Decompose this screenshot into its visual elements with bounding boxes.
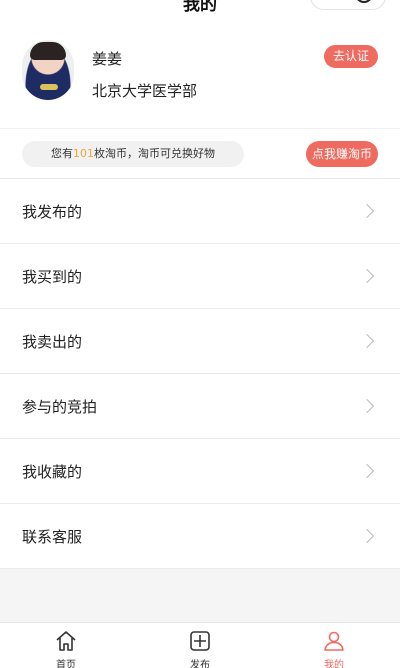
chevron-right-icon (359, 528, 375, 544)
tab-label: 首页 (56, 660, 76, 668)
profile-page: 我的 姜姜 北京大学医学部 去认证 您有101枚淘币，淘币可兑换好物 点我赚淘币… (0, 0, 400, 668)
avatar-decoration (40, 84, 58, 90)
tab-label: 发布 (190, 660, 210, 668)
tab-home[interactable]: 首页 (26, 623, 106, 668)
tab-label: 我的 (324, 660, 344, 668)
close-circle-icon[interactable] (355, 0, 373, 3)
menu-item-label: 我买到的 (22, 268, 83, 286)
menu-list: 我发布的 我买到的 我卖出的 参与的竞拍 我收藏的 联系客服 (0, 178, 400, 569)
menu-item-sold[interactable]: 我卖出的 (0, 309, 400, 374)
chevron-right-icon (359, 463, 375, 479)
publish-icon (190, 631, 210, 651)
coin-bar: 您有101枚淘币，淘币可兑换好物 点我赚淘币 (0, 128, 400, 178)
chevron-right-icon (359, 203, 375, 219)
avatar-hair-shape (30, 42, 66, 60)
verify-button[interactable]: 去认证 (323, 45, 378, 68)
user-name: 姜姜 (92, 50, 123, 68)
chevron-right-icon (359, 398, 375, 414)
menu-item-label: 联系客服 (22, 528, 83, 546)
menu-item-published[interactable]: 我发布的 (0, 179, 400, 244)
top-navbar: 我的 (0, 0, 400, 12)
coin-suffix: 枚淘币，淘币可兑换好物 (94, 147, 215, 160)
chevron-right-icon (359, 268, 375, 284)
tab-mine[interactable]: 我的 (294, 623, 374, 668)
menu-item-label: 我发布的 (22, 203, 83, 221)
tab-publish[interactable]: 发布 (160, 623, 240, 668)
miniprogram-capsule[interactable] (310, 0, 386, 10)
menu-item-customer-service[interactable]: 联系客服 (0, 504, 400, 569)
user-school: 北京大学医学部 (92, 82, 198, 100)
chevron-right-icon (359, 333, 375, 349)
menu-item-favorites[interactable]: 我收藏的 (0, 439, 400, 504)
menu-item-label: 我收藏的 (22, 463, 83, 481)
coin-prefix: 您有 (51, 147, 73, 160)
avatar[interactable] (22, 40, 74, 100)
home-icon (56, 631, 76, 651)
menu-item-label: 我卖出的 (22, 333, 83, 351)
coin-count: 101 (73, 147, 94, 160)
user-icon (324, 631, 344, 651)
coin-balance-pill: 您有101枚淘币，淘币可兑换好物 (22, 141, 244, 167)
earn-coins-button[interactable]: 点我赚淘币 (305, 141, 378, 167)
profile-header: 姜姜 北京大学医学部 去认证 (0, 12, 400, 128)
bottom-tabbar: 首页 发布 我的 (0, 622, 400, 668)
menu-item-bought[interactable]: 我买到的 (0, 244, 400, 309)
menu-item-auctions[interactable]: 参与的竞拍 (0, 374, 400, 439)
menu-item-label: 参与的竞拍 (22, 398, 98, 416)
